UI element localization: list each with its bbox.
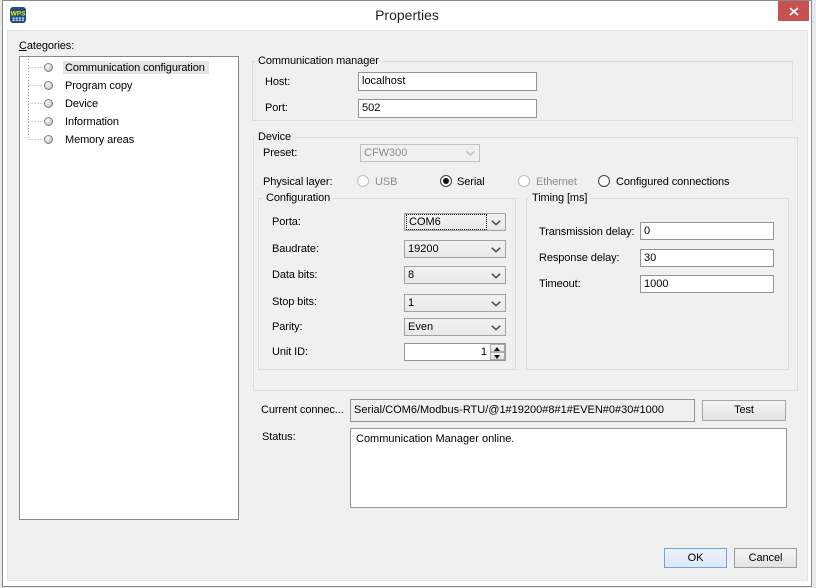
svg-text:WPS: WPS: [11, 11, 26, 18]
